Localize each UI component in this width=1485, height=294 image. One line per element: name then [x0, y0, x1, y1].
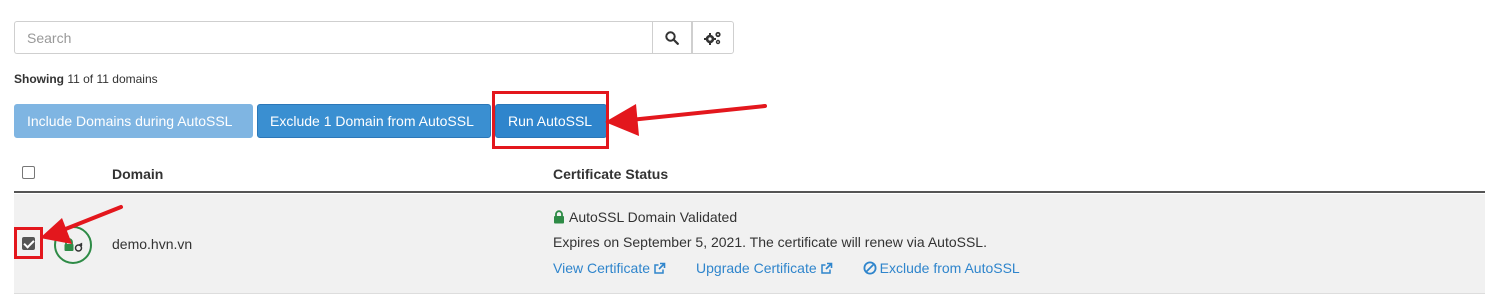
lock-icon — [554, 210, 564, 224]
upgrade-certificate-label: Upgrade Certificate — [696, 260, 817, 276]
exclude-domain-button[interactable]: Exclude 1 Domain from AutoSSL — [257, 104, 491, 138]
table-row: demo.hvn.vn AutoSSL Domain Validated Exp… — [14, 194, 1485, 294]
autossl-status-icon — [54, 226, 92, 264]
search-icon — [665, 30, 679, 45]
status-column-header[interactable]: Certificate Status — [553, 166, 668, 182]
annotation-box-run — [492, 91, 609, 149]
ban-icon — [863, 261, 877, 275]
showing-count-text: 11 of 11 domains — [67, 72, 158, 86]
showing-count: Showing 11 of 11 domains — [14, 72, 158, 86]
external-link-icon — [820, 262, 832, 274]
view-certificate-label: View Certificate — [553, 260, 651, 276]
showing-label: Showing — [14, 72, 64, 86]
expiry-text: Expires on September 5, 2021. The certif… — [553, 234, 987, 250]
external-link-icon — [654, 262, 666, 274]
certificate-status: AutoSSL Domain Validated — [553, 209, 737, 225]
exclude-from-autossl-link[interactable]: Exclude from AutoSSL — [863, 260, 1020, 276]
lock-sync-icon — [64, 238, 83, 252]
domain-name: demo.hvn.vn — [112, 236, 193, 252]
search-input[interactable] — [14, 21, 652, 54]
search-bar — [14, 21, 734, 54]
include-domains-button[interactable]: Include Domains during AutoSSL — [14, 104, 253, 138]
status-title: AutoSSL Domain Validated — [569, 209, 738, 225]
search-button[interactable] — [652, 21, 692, 54]
settings-button[interactable] — [692, 21, 734, 54]
view-certificate-link[interactable]: View Certificate — [553, 260, 666, 276]
table-header: Domain Certificate Status — [14, 156, 1485, 193]
annotation-box-checkbox — [14, 227, 43, 259]
row-links: View Certificate Upgrade Certificate Exc… — [553, 260, 1020, 276]
upgrade-certificate-link[interactable]: Upgrade Certificate — [696, 260, 833, 276]
select-all-checkbox[interactable] — [22, 166, 35, 179]
gears-icon — [704, 31, 721, 45]
domain-column-header[interactable]: Domain — [112, 166, 163, 182]
exclude-from-autossl-label: Exclude from AutoSSL — [879, 260, 1020, 276]
